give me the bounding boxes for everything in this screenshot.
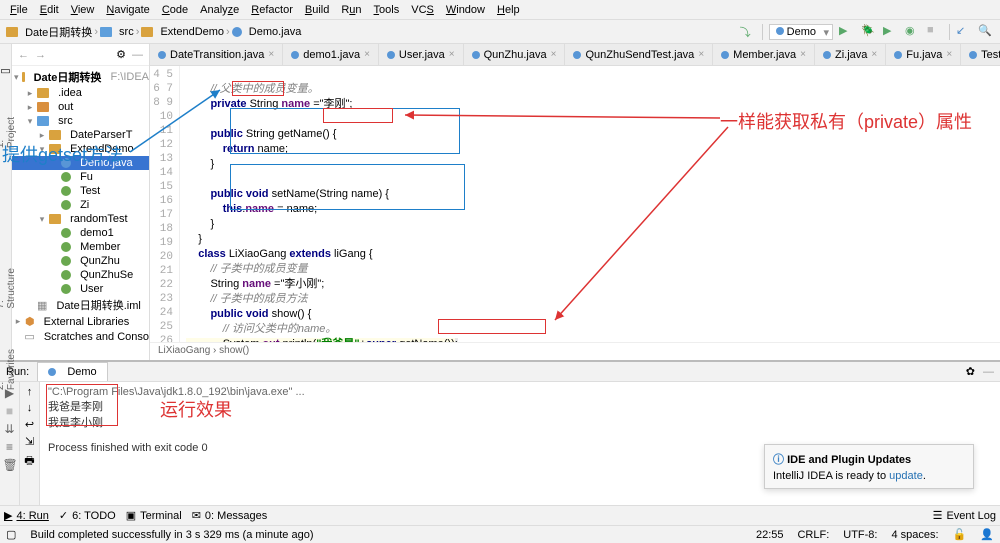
wrap-icon[interactable]: ↩: [25, 418, 34, 431]
menu-help[interactable]: Help: [491, 2, 526, 18]
gear-icon[interactable]: ✿: [966, 365, 975, 378]
layout-icon[interactable]: ⇊: [3, 422, 17, 436]
project-tree[interactable]: ▾ Date日期转换 F:\IDEA ▸ .idea ▸ out ▾ src ▸…: [12, 66, 149, 360]
left-tool-stripe: ▭ 1: Project 7: Structure 2: Favorites: [0, 44, 12, 360]
editor-tab[interactable]: Member.java×: [713, 44, 815, 65]
down-icon[interactable]: ↓: [27, 402, 33, 414]
menu-navigate[interactable]: Navigate: [100, 2, 155, 18]
editor-tab[interactable]: demo1.java×: [283, 44, 379, 65]
editor-tab[interactable]: Test.java×: [961, 44, 1000, 65]
structure-tool-button[interactable]: 7: Structure: [0, 268, 17, 309]
project-tool-button[interactable]: 1: Project: [0, 117, 17, 148]
forward-icon[interactable]: →: [35, 49, 46, 61]
lock-icon[interactable]: 🔓: [953, 528, 967, 541]
collapse-panel-icon[interactable]: —: [132, 49, 143, 61]
breadcrumb: Date日期转换› src› ExtendDemo› Demo.java: [6, 24, 734, 40]
tree-item-demo-java: Demo.java: [12, 156, 149, 170]
editor-tab[interactable]: QunZhu.java×: [464, 44, 566, 65]
navigation-bar: Date日期转换› src› ExtendDemo› Demo.java ⤵ D…: [0, 20, 1000, 44]
minimize-icon[interactable]: —: [983, 366, 994, 378]
menu-build[interactable]: Build: [299, 2, 335, 18]
status-crlf[interactable]: CRLF:: [797, 529, 829, 541]
editor-tab[interactable]: QunZhuSendTest.java×: [565, 44, 713, 65]
line-gutter: 4 5 6 7 8 9 10 11 12 13 14 15 16 17 18 1…: [150, 66, 180, 342]
menu-file[interactable]: File: [4, 2, 34, 18]
bottom-tool-stripe: ▶ 4: Run ✓ 6: TODO ▣ Terminal ✉ 0: Messa…: [0, 505, 1000, 525]
bottom-run-button[interactable]: ▶ 4: Run: [4, 509, 49, 522]
editor-tab[interactable]: Zi.java×: [815, 44, 886, 65]
run-toolbar-1: ▶ ■ ⇊ ≡ 🗑: [0, 382, 20, 505]
editor-tabs: DateTransition.java×demo1.java×User.java…: [150, 44, 1000, 66]
stop-run-icon[interactable]: ■: [3, 404, 17, 418]
print-icon[interactable]: 🖶: [24, 452, 34, 471]
menu-tools[interactable]: Tools: [368, 2, 406, 18]
gear-icon[interactable]: ⚙: [116, 48, 126, 61]
status-bar: ▢ Build completed successfully in 3 s 32…: [0, 525, 1000, 543]
search-icon[interactable]: 🔍: [978, 24, 994, 40]
status-message: Build completed successfully in 3 s 329 …: [30, 529, 313, 541]
collapse-icon[interactable]: ▭: [0, 64, 10, 77]
bottom-messages-button[interactable]: ✉ 0: Messages: [192, 509, 268, 522]
event-log-button[interactable]: ☰ Event Log: [933, 509, 996, 522]
up-icon[interactable]: ↑: [27, 386, 33, 398]
menu-run[interactable]: Run: [335, 2, 367, 18]
coverage-button[interactable]: ▶: [883, 24, 899, 40]
menu-vcs[interactable]: VCS: [405, 2, 440, 18]
breadcrumb-file[interactable]: Demo.java: [232, 26, 302, 38]
bottom-terminal-button[interactable]: ▣ Terminal: [126, 509, 182, 522]
run-config-dropdown[interactable]: Demo ▾: [769, 24, 833, 40]
editor-tab[interactable]: DateTransition.java×: [150, 44, 283, 65]
menu-analyze[interactable]: Analyze: [194, 2, 245, 18]
status-indent[interactable]: 4 spaces:: [892, 529, 939, 541]
pin-icon[interactable]: ≡: [3, 440, 17, 454]
vcs-update-icon[interactable]: ↙: [956, 24, 972, 40]
debug-button[interactable]: 🪲: [861, 24, 877, 40]
build-icon[interactable]: ⤵: [740, 24, 756, 40]
bottom-todo-button[interactable]: ✓ 6: TODO: [59, 509, 116, 522]
editor-area: DateTransition.java×demo1.java×User.java…: [150, 44, 1000, 360]
update-link[interactable]: update: [889, 470, 923, 482]
status-corner-icon[interactable]: ▢: [6, 528, 16, 541]
favorites-tool-button[interactable]: 2: Favorites: [0, 349, 17, 390]
menu-bar: File Edit View Navigate Code Analyze Ref…: [0, 0, 1000, 20]
notification-popup[interactable]: ⓘ IDE and Plugin Updates IntelliJ IDEA i…: [764, 444, 974, 489]
project-panel: ← → ⚙ — ▾ Date日期转换 F:\IDEA ▸ .idea ▸ out…: [12, 44, 150, 360]
inspect-icon[interactable]: 👤: [980, 528, 994, 541]
scroll-icon[interactable]: ⇲: [25, 435, 34, 448]
breadcrumb-project[interactable]: Date日期转换›: [6, 24, 98, 40]
menu-view[interactable]: View: [65, 2, 101, 18]
close-icon[interactable]: 🗑: [3, 458, 17, 472]
breadcrumb-src[interactable]: src›: [100, 26, 139, 38]
menu-code[interactable]: Code: [156, 2, 194, 18]
project-panel-header: ← → ⚙ —: [12, 44, 149, 66]
profile-button[interactable]: ◉: [905, 24, 921, 40]
back-icon[interactable]: ←: [18, 49, 29, 61]
editor-breadcrumb[interactable]: LiXiaoGang › show(): [150, 342, 1000, 360]
menu-refactor[interactable]: Refactor: [245, 2, 299, 18]
run-toolbar-2: ↑ ↓ ↩ ⇲ 🖶: [20, 382, 40, 505]
status-encoding[interactable]: UTF-8:: [843, 529, 877, 541]
menu-window[interactable]: Window: [440, 2, 491, 18]
breadcrumb-pkg[interactable]: ExtendDemo›: [141, 26, 229, 38]
code-editor[interactable]: // 父类中的成员变量。 private String name ="李刚"; …: [180, 66, 1000, 342]
editor-tab[interactable]: Fu.java×: [886, 44, 961, 65]
menu-edit[interactable]: Edit: [34, 2, 65, 18]
run-button[interactable]: ▶: [839, 24, 855, 40]
status-cursor-position[interactable]: 22:55: [756, 529, 784, 541]
run-tab-demo[interactable]: Demo: [37, 362, 107, 381]
editor-tab[interactable]: User.java×: [379, 44, 464, 65]
notification-title: IDE and Plugin Updates: [787, 454, 911, 466]
stop-button[interactable]: ■: [927, 24, 943, 40]
